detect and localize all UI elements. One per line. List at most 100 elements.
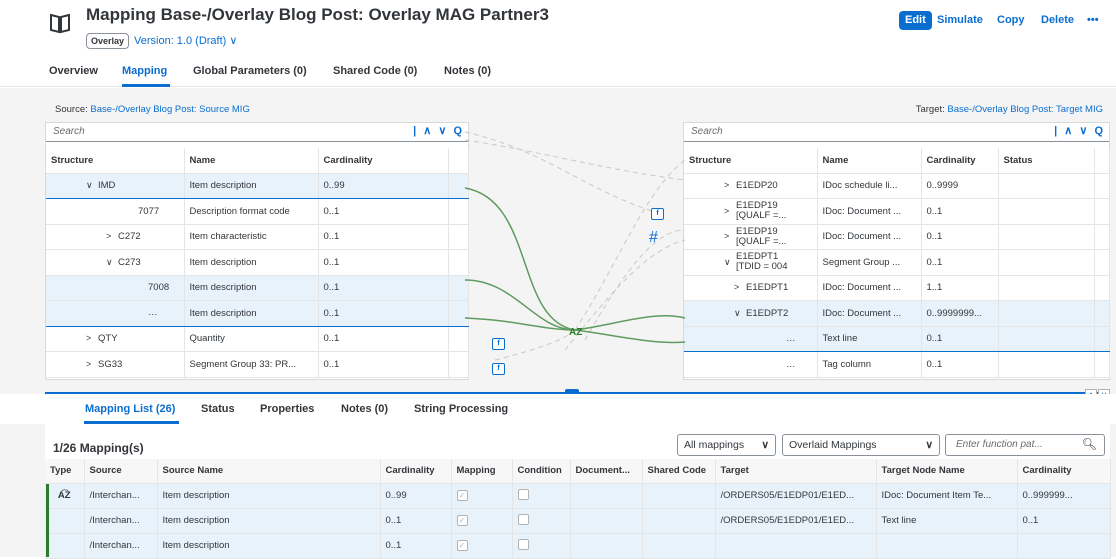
column-header[interactable]: Target [715, 459, 877, 484]
target-tree-row[interactable]: > E1EDP19 [QUALF =... IDoc: Document ... 0.… [684, 198, 1110, 225]
column-header[interactable]: Shared Code [642, 459, 716, 484]
condition-checkbox[interactable] [517, 538, 529, 550]
column-header[interactable]: Source [84, 459, 158, 484]
source-tree-row[interactable]: 7008 [2] Item description 0..1 [46, 300, 469, 327]
source-tree-row[interactable]: 7077 Description format code 0..1 [46, 198, 469, 225]
column-header[interactable]: Target Node Name [876, 459, 1018, 484]
chevron-right-icon[interactable]: > [86, 359, 98, 369]
column-header[interactable]: Type [45, 459, 85, 484]
target-tree-row[interactable]: > E1EDPT1 IDoc: Document ... 1..1 [684, 275, 1110, 301]
target-tree-row[interactable]: TDLIN Text line 0..1 [684, 326, 1110, 352]
mapping-checkbox[interactable]: ✓ [456, 540, 468, 551]
copy-button[interactable]: Copy [997, 14, 1025, 26]
chevron-right-icon[interactable]: > [734, 282, 746, 292]
mapping-checkbox[interactable]: ✓ [456, 515, 468, 526]
target-mig-link[interactable]: Base-/Overlay Blog Post: Target MIG [947, 104, 1103, 115]
chevron-down-icon[interactable]: ∨ [734, 308, 746, 319]
column-header[interactable]: Cardinality [318, 148, 449, 174]
tab-status[interactable]: Status [201, 403, 235, 415]
chevron-right-icon[interactable]: > [724, 180, 736, 190]
source-tree-row[interactable]: > SG33 Segment Group 33: PR... 0..1 [46, 351, 469, 378]
target-tree-row[interactable]: > E1EDP19 [QUALF =... IDoc: Document ... 0.… [684, 224, 1110, 250]
target-tree-row[interactable]: ∨ E1EDPT1 [TDID = 004 Segment Group ... 0..… [684, 249, 1110, 276]
tab-overview[interactable]: Overview [49, 65, 98, 77]
source-tree-row[interactable]: > C272 Item characteristic 0..1 [46, 224, 469, 250]
chevron-right-icon[interactable]: > [724, 206, 736, 216]
column-header[interactable]: Source Name [157, 459, 381, 484]
column-header[interactable]: Structure [46, 148, 185, 174]
function-box-icon[interactable]: f [492, 363, 505, 375]
function-box-icon[interactable]: f [492, 338, 505, 350]
connector-line[interactable] [574, 329, 686, 344]
tab-mapping[interactable]: Mapping [122, 65, 167, 77]
more-actions-button[interactable]: ••• [1087, 14, 1099, 26]
tab-string-processing[interactable]: String Processing [414, 403, 508, 415]
connector-line[interactable] [464, 187, 576, 331]
column-header[interactable]: Name [817, 148, 922, 174]
status [998, 224, 1095, 250]
tab-global-parameters[interactable]: Global Parameters (0) [193, 65, 307, 77]
column-header[interactable]: Cardinality [1017, 459, 1111, 484]
chevron-right-icon[interactable]: > [106, 231, 118, 241]
function-box-icon[interactable]: f [651, 208, 664, 220]
connector-line[interactable] [464, 139, 686, 181]
table-row[interactable]: /Interchan... Item description 0..1 ✓/ORDER… [45, 508, 1111, 534]
source-search[interactable]: Search | ∧ ∨ Q [46, 123, 468, 142]
condition-checkbox[interactable] [517, 488, 529, 500]
source-tree-row[interactable]: ∨ IMD Item description 0..99 [46, 173, 469, 199]
tab-notes[interactable]: Notes (0) [444, 65, 491, 77]
simulate-button[interactable]: Simulate [937, 14, 983, 26]
cardinality: 0..1 [318, 249, 449, 276]
mapping-checkbox[interactable]: ✓ [456, 490, 468, 501]
column-header[interactable]: Cardinality [921, 148, 999, 174]
column-header[interactable]: Name [184, 148, 319, 174]
target-tree-row[interactable]: > E1EDP20 IDoc schedule li... 0..9999 [684, 173, 1110, 199]
az-function-icon[interactable]: AZ [569, 327, 582, 338]
column-header[interactable]: Document... [570, 459, 643, 484]
target-tree-row[interactable]: ∨ E1EDPT2 IDoc: Document ... 0..9999999... [684, 300, 1110, 327]
tab-properties[interactable]: Properties [260, 403, 314, 415]
connector-line[interactable] [584, 229, 686, 341]
book-icon [50, 13, 70, 34]
status [998, 326, 1095, 352]
delete-button[interactable]: Delete [1041, 14, 1074, 26]
source-mig-link[interactable]: Base-/Overlay Blog Post: Source MIG [90, 104, 249, 115]
cell-tcard: 0..999999... [1017, 483, 1111, 509]
column-header[interactable]: Cardinality [380, 459, 452, 484]
connector-line[interactable] [464, 131, 656, 213]
search-icon[interactable]: 🔍︎ [1082, 437, 1097, 451]
chevron-down-icon[interactable]: ∨ [86, 180, 98, 191]
chevron-right-icon[interactable]: > [86, 333, 98, 343]
edit-button[interactable]: Edit [899, 11, 932, 30]
tab-bottom-notes[interactable]: Notes (0) [341, 403, 388, 415]
table-row[interactable]: A͡Z/Interchan... Item description 0..99 ✓ /O… [45, 483, 1111, 509]
hash-function-icon[interactable]: # [649, 229, 658, 246]
table-row[interactable]: /Interchan... Item description 0..1 ✓ [45, 533, 1111, 559]
column-header[interactable]: Status [998, 148, 1095, 174]
mapping-filter-select[interactable]: All mappings ∨ [677, 434, 776, 456]
target-search-nav-icon[interactable]: | ∧ ∨ Q [1054, 124, 1105, 137]
column-header[interactable]: Mapping [451, 459, 513, 484]
version-selector[interactable]: Version: 1.0 (Draft) ∨ [134, 34, 237, 47]
connector-line[interactable] [574, 314, 686, 331]
connector-line[interactable] [494, 329, 576, 361]
source-tree-row[interactable]: ∨ C273 Item description 0..1 [46, 249, 469, 276]
chevron-down-icon[interactable]: ∨ [106, 257, 118, 268]
target-tree-row[interactable]: TDFOI Tag column 0..1 [684, 351, 1110, 378]
condition-checkbox[interactable] [517, 513, 529, 525]
function-search-input[interactable]: Enter function pat... 🔍︎ [945, 434, 1105, 456]
source-tree-row[interactable]: 7008 Item description 0..1 [46, 275, 469, 301]
column-header[interactable]: Structure [684, 148, 818, 174]
chevron-right-icon[interactable]: > [724, 231, 736, 241]
overlay-filter-select[interactable]: Overlaid Mappings ∨ [782, 434, 940, 456]
cardinality: 1..1 [921, 275, 999, 301]
tab-mapping-list[interactable]: Mapping List (26) [85, 403, 175, 415]
source-tree: Structure Name Cardinality ∨ IMD Item desc… [46, 148, 469, 378]
target-search[interactable]: Search | ∧ ∨ Q [684, 123, 1109, 142]
cardinality: 0..1 [921, 249, 999, 276]
tab-shared-code[interactable]: Shared Code (0) [333, 65, 417, 77]
source-tree-row[interactable]: > QTY Quantity 0..1 [46, 326, 469, 352]
chevron-down-icon[interactable]: ∨ [724, 257, 736, 267]
column-header[interactable]: Condition [512, 459, 571, 484]
connector-line[interactable] [564, 239, 686, 351]
